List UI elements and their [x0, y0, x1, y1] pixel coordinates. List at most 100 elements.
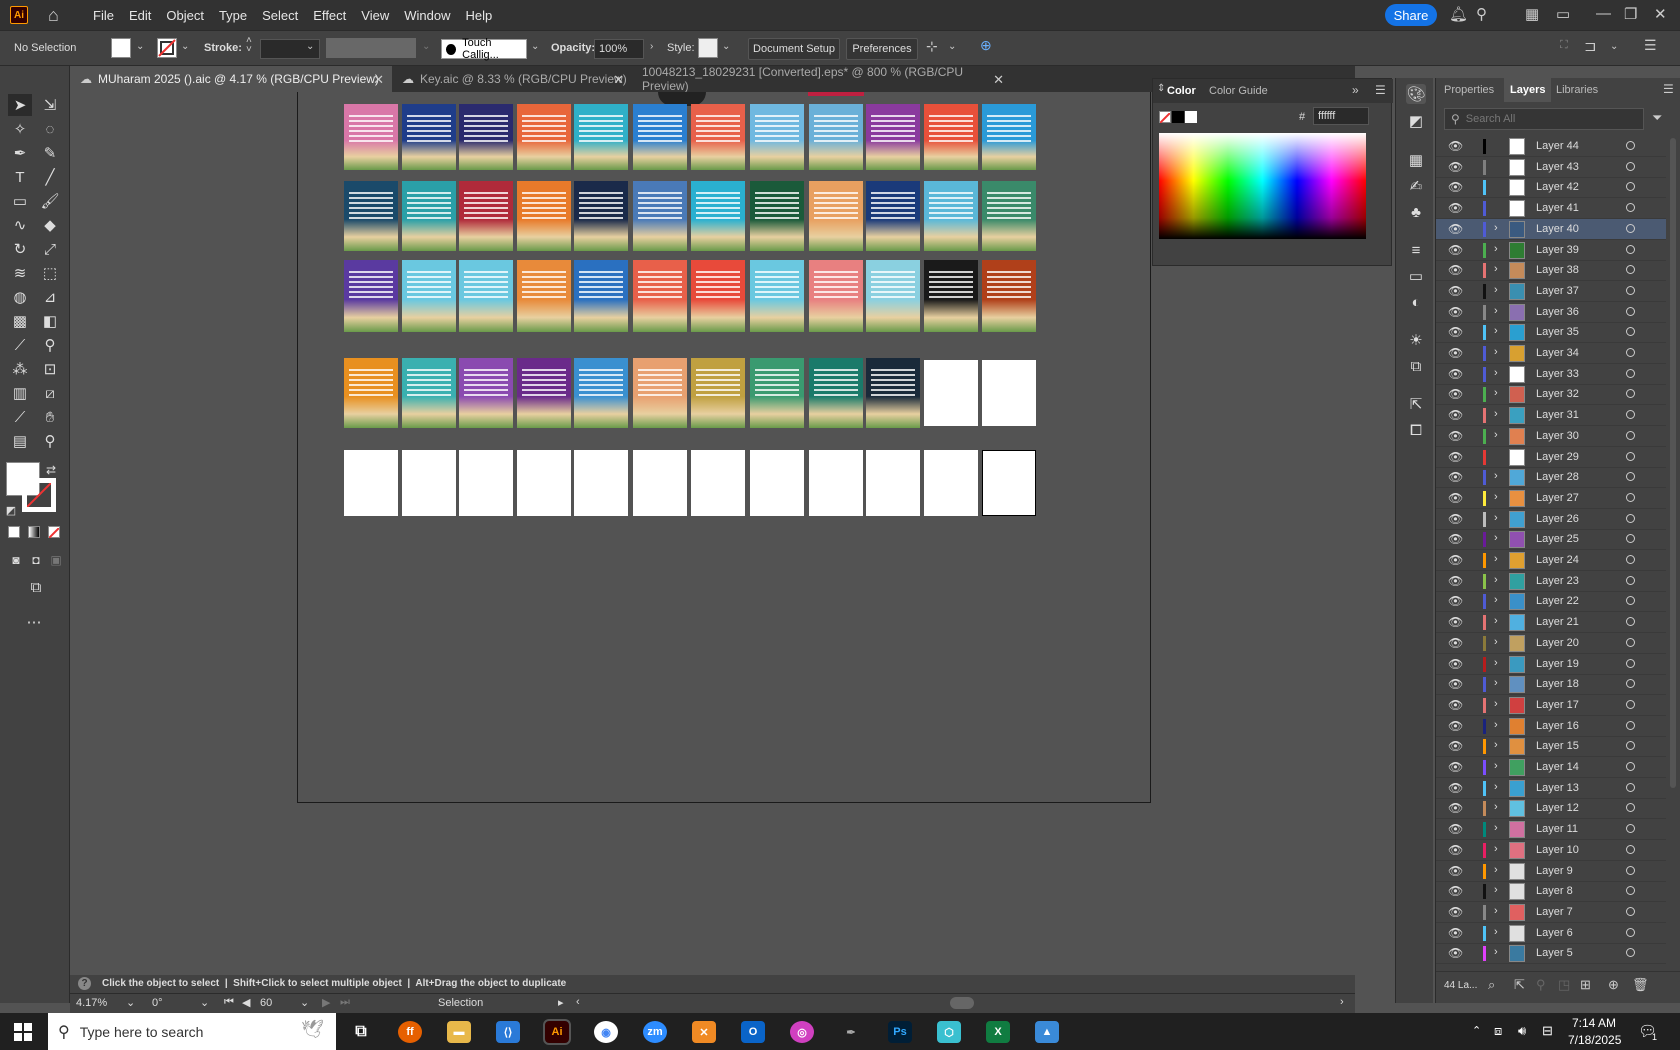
target-icon[interactable]	[1626, 555, 1635, 564]
bell-icon[interactable]: 🔔︎	[1449, 5, 1468, 23]
target-icon[interactable]	[1626, 741, 1635, 751]
poster-artboard[interactable]	[809, 358, 863, 428]
rectangle-tool-icon[interactable]: ▭	[8, 190, 32, 212]
stroke-color-box[interactable]	[22, 478, 56, 512]
chevron-right-icon[interactable]: ›	[1494, 305, 1498, 317]
poster-artboard[interactable]	[982, 104, 1036, 170]
eye-icon[interactable]: 👁︎	[1448, 470, 1463, 484]
close-icon[interactable]: ✕	[613, 72, 624, 88]
poster-artboard[interactable]	[809, 104, 863, 170]
layer-name[interactable]: Layer 36	[1536, 306, 1579, 318]
target-icon[interactable]	[1626, 782, 1635, 792]
chevron-right-icon[interactable]: ›	[1494, 677, 1498, 689]
empty-artboard[interactable]	[402, 450, 456, 516]
layer-row[interactable]: 👁︎ › Layer 35	[1436, 322, 1666, 344]
chevron-right-icon[interactable]: ›	[1494, 470, 1498, 482]
draw-inside-icon[interactable]: ▣	[44, 549, 68, 571]
target-icon[interactable]	[1626, 368, 1635, 378]
layer-row[interactable]: 👁︎ › Layer 17	[1436, 695, 1666, 716]
layer-row[interactable]: 👁︎ › Layer 39	[1436, 240, 1666, 261]
layer-name[interactable]: Layer 25	[1536, 533, 1579, 545]
gradient-panel-icon[interactable]: ▭	[1406, 266, 1426, 286]
artboards-icon[interactable]: ⧠	[1406, 420, 1426, 440]
target-icon[interactable]	[1626, 513, 1635, 523]
volume-icon[interactable]: 🔊︎	[1518, 1023, 1526, 1039]
layer-row[interactable]: 👁︎ › Layer 10	[1436, 840, 1666, 861]
artboard-number[interactable]: 60	[260, 997, 272, 1009]
panel-toggle-icon[interactable]: ⊐	[1584, 37, 1597, 55]
poster-artboard[interactable]	[982, 181, 1036, 251]
layer-row[interactable]: 👁︎ › Layer 14	[1436, 757, 1666, 778]
layer-row[interactable]: 👁︎ Layer 42	[1436, 177, 1666, 199]
fill-swatch[interactable]	[111, 38, 131, 58]
symbol-sprayer-icon[interactable]: ⁂	[8, 358, 32, 380]
target-icon[interactable]	[1626, 410, 1635, 420]
target-icon[interactable]	[1626, 699, 1635, 709]
rotate-tool-icon[interactable]: ↻	[8, 238, 32, 260]
poster-artboard[interactable]	[750, 181, 804, 251]
network-icon[interactable]: ⧈	[1494, 1023, 1502, 1039]
chevron-right-icon[interactable]: ›	[1494, 905, 1498, 917]
direct-selection-tool-icon[interactable]: ⇲	[38, 94, 62, 116]
target-icon[interactable]	[1626, 824, 1635, 834]
layer-name[interactable]: Layer 6	[1536, 927, 1573, 939]
layer-row[interactable]: 👁︎ › Layer 11	[1436, 819, 1666, 841]
line-tool-icon[interactable]: ╱	[38, 166, 62, 188]
workspace-icon[interactable]: ▭	[1556, 5, 1570, 23]
blend-tool-icon[interactable]: ⚲	[38, 334, 62, 356]
layer-name[interactable]: Layer 39	[1536, 244, 1579, 256]
pen-tool-icon[interactable]: ✒	[8, 142, 32, 164]
slice-tool-icon[interactable]: ⧄	[38, 382, 62, 404]
eye-icon[interactable]: 👁︎	[1448, 719, 1463, 733]
layer-name[interactable]: Layer 14	[1536, 761, 1579, 773]
eye-icon[interactable]: 👁︎	[1448, 367, 1463, 381]
poster-artboard[interactable]	[402, 358, 456, 428]
color-mode-icon[interactable]	[8, 526, 20, 538]
chevron-right-icon[interactable]: ›	[1494, 926, 1498, 938]
eye-icon[interactable]: 👁︎	[1448, 677, 1463, 691]
illustrator-taskbar-icon[interactable]: Ai	[543, 1019, 571, 1045]
layer-name[interactable]: Layer 34	[1536, 347, 1579, 359]
layer-row[interactable]: 👁︎ › Layer 15	[1436, 736, 1666, 758]
eye-icon[interactable]: 👁︎	[1448, 698, 1463, 712]
chevron-right-icon[interactable]: ›	[1494, 325, 1498, 337]
chevron-up-icon[interactable]: ⌃	[1472, 1024, 1481, 1037]
layer-row[interactable]: 👁︎ Layer 43	[1436, 157, 1666, 178]
poster-artboard[interactable]	[691, 104, 745, 170]
align-icon[interactable]: ⊹	[926, 38, 938, 55]
shape-builder-icon[interactable]: ◍	[8, 286, 32, 308]
poster-artboard[interactable]	[866, 181, 920, 251]
chevron-right-icon[interactable]: ›	[1494, 636, 1498, 648]
gradient-tool-icon[interactable]: ◧	[38, 310, 62, 332]
hand-tool-icon[interactable]: ✋︎	[38, 406, 62, 428]
layer-row[interactable]: 👁︎ › Layer 34	[1436, 343, 1666, 364]
pen-app-icon[interactable]: ✒	[839, 1021, 863, 1043]
layer-name[interactable]: Layer 22	[1536, 595, 1579, 607]
type-tool-icon[interactable]: T	[8, 166, 32, 188]
poster-artboard[interactable]	[344, 358, 398, 428]
eye-icon[interactable]: 👁︎	[1448, 180, 1463, 194]
target-icon[interactable]	[1626, 637, 1635, 647]
lasso-icon[interactable]: ◌	[38, 118, 62, 140]
layer-name[interactable]: Layer 42	[1536, 181, 1579, 193]
poster-artboard[interactable]	[866, 358, 920, 428]
layer-name[interactable]: Layer 37	[1536, 285, 1579, 297]
layer-name[interactable]: Layer 24	[1536, 554, 1579, 566]
last-artboard-icon[interactable]: ⏭	[340, 996, 350, 1009]
layer-row[interactable]: 👁︎ Layer 44	[1436, 136, 1666, 157]
menu-file[interactable]: File	[93, 8, 114, 23]
chevron-right-icon[interactable]: ›	[1494, 243, 1498, 255]
eye-icon[interactable]: 👁︎	[1448, 574, 1463, 588]
target-icon[interactable]	[1626, 679, 1635, 689]
new-layer-icon[interactable]: ⊕	[1608, 977, 1619, 993]
poster-artboard[interactable]	[866, 260, 920, 332]
chevron-right-icon[interactable]: ›	[1494, 532, 1498, 544]
chevron-right-icon[interactable]: ›	[1494, 387, 1498, 399]
chevron-right-icon[interactable]: ▸	[558, 996, 564, 1009]
brush-definition[interactable]: Touch Callig...	[441, 37, 527, 61]
target-icon[interactable]	[1626, 430, 1635, 440]
more-tools-icon[interactable]: ⋯	[22, 611, 46, 633]
swatches-icon[interactable]: ▦	[1406, 150, 1426, 170]
stroke-panel-icon[interactable]: ≡	[1406, 240, 1426, 260]
artboard[interactable]	[297, 92, 1151, 803]
